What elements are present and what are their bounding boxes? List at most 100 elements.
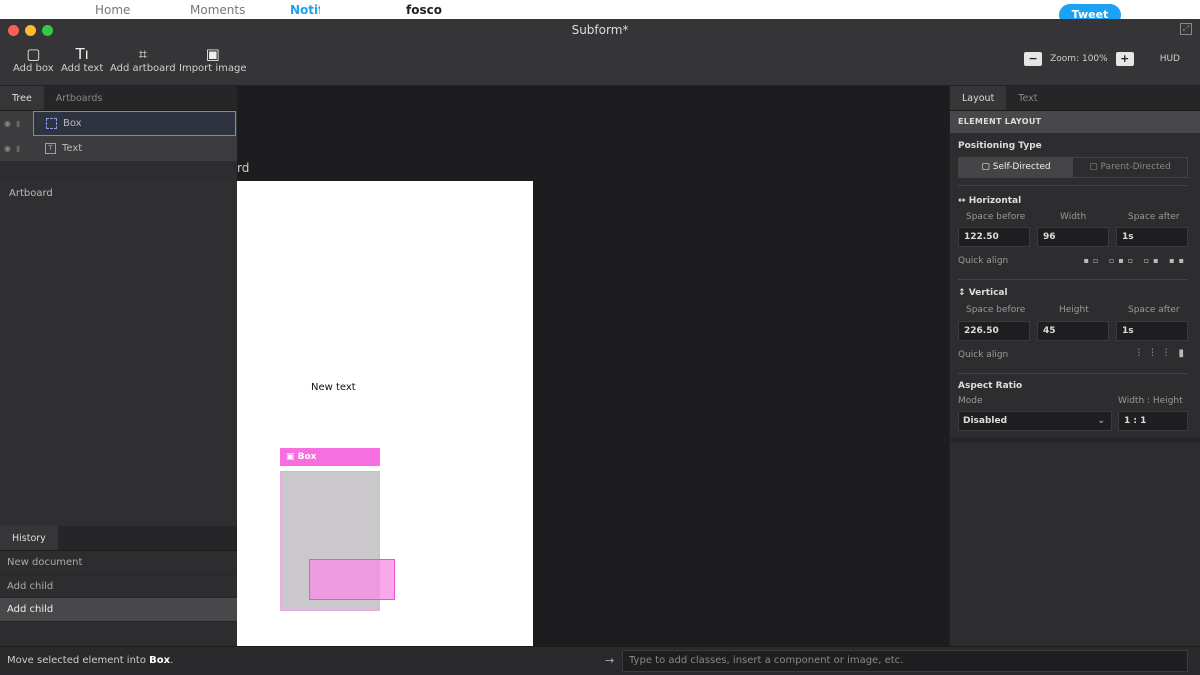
import-image-label: Import image (179, 63, 247, 74)
tree-item-label: Text (62, 143, 83, 154)
zoom-controls: − Zoom: 100% + HUD (1024, 51, 1180, 67)
v-space-after-label: Space after (1128, 305, 1180, 315)
bg-card-name: fosco (406, 3, 442, 17)
tree-item-label: Box (63, 118, 82, 129)
box-selection-label: ▣ Box (280, 448, 380, 466)
parent-directed-icon: ▢ (1089, 162, 1101, 172)
bg-card: fosco (320, 0, 882, 20)
image-icon: ▣ (205, 45, 220, 63)
h-space-after-input[interactable]: 1s (1116, 227, 1188, 247)
add-text-label: Add text (61, 63, 104, 74)
bg-notifications-link: Notif (290, 3, 324, 17)
divider (958, 279, 1188, 280)
zoom-out-button[interactable]: − (1024, 52, 1043, 66)
zoom-level: Zoom: 100% (1050, 54, 1108, 64)
fullscreen-icon[interactable]: ⤢ (1180, 23, 1192, 35)
hud-toggle[interactable]: HUD (1160, 54, 1180, 64)
tree-item-box[interactable]: ◉ ▮ Box (0, 111, 237, 136)
box-node-icon (46, 118, 57, 129)
tab-history[interactable]: History (0, 526, 58, 550)
import-image-button[interactable]: ▣ Import image (179, 45, 247, 74)
width-input[interactable]: 96 (1037, 227, 1109, 247)
section-header: ELEMENT LAYOUT (950, 111, 1200, 133)
background-browser-strip: Home Moments Notif fosco Tweet (0, 0, 1200, 20)
lock-icon[interactable]: ▮ (16, 111, 20, 136)
h-space-after-label: Space after (1128, 212, 1180, 222)
horizontal-label-text: Horizontal (968, 196, 1022, 206)
status-prefix: Move selected element into (7, 655, 150, 666)
add-box-button[interactable]: ▢ Add box (13, 45, 54, 74)
history-tabs: History (0, 526, 237, 551)
box-label-text: Box (297, 452, 317, 462)
positioning-type-toggle: ▢ Self-Directed ▢ Parent-Directed (958, 157, 1188, 178)
visibility-eye-icon[interactable]: ◉ (4, 136, 11, 161)
tab-layout[interactable]: Layout (950, 86, 1007, 110)
status-suffix: . (170, 655, 174, 666)
v-quick-align-label: Quick align (958, 350, 1009, 360)
canvas-text-element[interactable]: New text (311, 382, 356, 393)
height-label: Height (1059, 305, 1089, 315)
height-input[interactable]: 45 (1037, 321, 1109, 341)
tree-node-text[interactable]: T Text (33, 136, 236, 161)
left-panel: Tree Artboards Artboard ◉ ▮ Box ◉ ▮ T Te… (0, 86, 296, 656)
tab-tree[interactable]: Tree (0, 86, 44, 110)
left-tabs: Tree Artboards (0, 86, 237, 111)
right-panel: Layout Text ELEMENT LAYOUT Positioning T… (949, 86, 1200, 646)
box-label-icon: ▣ (286, 452, 298, 462)
tab-text[interactable]: Text (1006, 86, 1049, 110)
positioning-type-label: Positioning Type (958, 141, 1042, 151)
mode-label: Mode (958, 396, 983, 406)
v-quick-align-buttons[interactable]: ⫶ ⫶ ⫶ ▮ (1137, 348, 1188, 359)
add-text-button[interactable]: Tı Add text (61, 45, 103, 74)
artboard[interactable]: New text ▣ Box (237, 181, 533, 646)
zoom-in-button[interactable]: + (1115, 52, 1134, 66)
self-directed-option[interactable]: ▢ Self-Directed (959, 158, 1073, 177)
h-space-before-input[interactable]: 122.50 (958, 227, 1030, 247)
parent-directed-option[interactable]: ▢ Parent-Directed (1073, 158, 1187, 177)
vertical-label: ↕ Vertical (958, 288, 1008, 298)
parent-directed-label: Parent-Directed (1100, 162, 1171, 172)
self-directed-icon: ▢ (981, 162, 993, 172)
right-tabs: Layout Text (950, 86, 1200, 111)
bg-home-link: Home (95, 3, 131, 17)
tree-node-box[interactable]: Box (33, 111, 236, 136)
divider (958, 373, 1188, 374)
tab-artboards[interactable]: Artboards (44, 86, 115, 110)
v-space-after-input[interactable]: 1s (1116, 321, 1188, 341)
artboard-icon: ⌗ (138, 45, 148, 63)
v-space-before-input[interactable]: 226.50 (958, 321, 1030, 341)
box-icon: ▢ (26, 45, 41, 63)
h-space-before-label: Space before (966, 212, 1026, 222)
status-message: Move selected element into Box. (7, 655, 173, 666)
bg-moments-link: Moments (190, 3, 246, 17)
visibility-eye-icon[interactable]: ◉ (4, 111, 11, 136)
h-quick-align-buttons[interactable]: ▪▫ ▫▪▫ ▫▪ ▪▪ (1084, 256, 1188, 265)
chevron-down-icon: ⌄ (1097, 416, 1105, 426)
status-bar: Move selected element into Box. → Type t… (0, 646, 1200, 675)
horizontal-arrows-icon: ↔ (958, 196, 969, 206)
aspect-mode-select[interactable]: Disabled ⌄ (958, 411, 1112, 431)
app-window: Subform* ⤢ ▢ Add box Tı Add text ⌗ Add a… (0, 19, 1200, 675)
bg-tweet-button: Tweet (1059, 4, 1121, 20)
window-title: Subform* (571, 23, 629, 37)
history-item[interactable]: New document (0, 551, 237, 575)
titlebar: Subform* ⤢ ▢ Add box Tı Add text ⌗ Add a… (0, 19, 1200, 86)
vertical-arrows-icon: ↕ (958, 288, 969, 298)
history-item[interactable]: Add child (0, 575, 237, 598)
command-input[interactable]: Type to add classes, insert a component … (622, 650, 1188, 672)
tree-item-text[interactable]: ◉ ▮ T Text (0, 136, 237, 161)
history-item-current[interactable]: Add child (0, 598, 237, 622)
lock-icon[interactable]: ▮ (16, 136, 20, 161)
aspect-ratio-input[interactable]: 1 : 1 (1118, 411, 1188, 431)
status-target: Box (149, 655, 171, 666)
artboard-title[interactable]: rd (237, 161, 249, 175)
width-label: Width (1060, 212, 1087, 222)
aspect-mode-value: Disabled (963, 416, 1008, 426)
aspect-ratio-label: Aspect Ratio (958, 381, 1023, 391)
self-directed-label: Self-Directed (992, 162, 1051, 172)
v-space-before-label: Space before (966, 305, 1026, 315)
drag-highlight-box[interactable] (309, 559, 395, 600)
canvas[interactable]: rd New text ▣ Box (237, 86, 949, 646)
add-artboard-button[interactable]: ⌗ Add artboard (110, 45, 176, 74)
h-quick-align-label: Quick align (958, 256, 1009, 266)
